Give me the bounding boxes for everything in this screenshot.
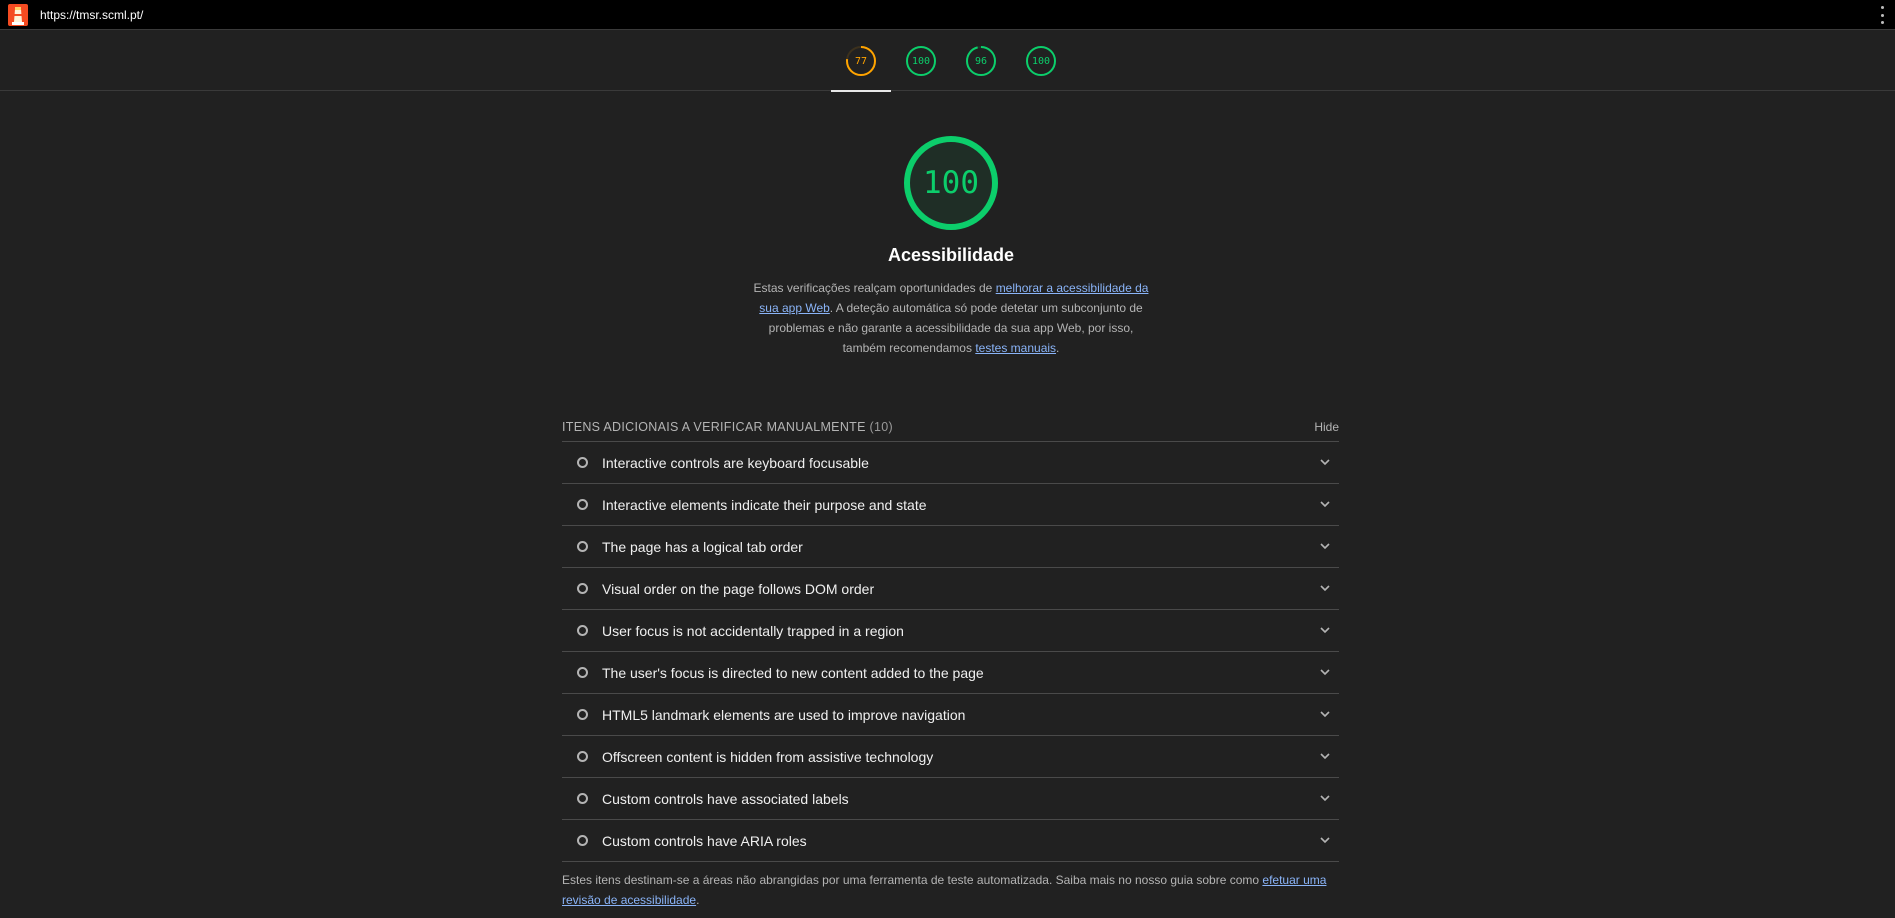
manual-check-circle-icon xyxy=(577,625,588,636)
audit-title: Interactive controls are keyboard focusa… xyxy=(602,454,869,471)
score-gauge: 96 xyxy=(965,45,997,77)
chevron-down-icon[interactable] xyxy=(1319,750,1331,762)
page-url[interactable]: https://tmsr.scml.pt/ xyxy=(40,8,143,22)
chevron-down-icon[interactable] xyxy=(1319,834,1331,846)
chevron-down-icon[interactable] xyxy=(1319,456,1331,468)
score-value: 100 xyxy=(911,55,931,67)
manual-check-circle-icon xyxy=(577,793,588,804)
audit-title: User focus is not accidentally trapped i… xyxy=(602,622,904,639)
score-gauge: 77 xyxy=(845,45,877,77)
manual-check-circle-icon xyxy=(577,457,588,468)
category-score: 100 xyxy=(923,165,979,201)
score-value: 100 xyxy=(1031,55,1051,67)
audit-item[interactable]: User focus is not accidentally trapped i… xyxy=(562,610,1339,652)
chevron-down-icon[interactable] xyxy=(1319,540,1331,552)
description-text: . xyxy=(1056,341,1060,355)
category-description: Estas verificações realçam oportunidades… xyxy=(747,278,1155,358)
group-footer: Estes itens destinam-se a áreas não abra… xyxy=(562,870,1339,910)
lighthouse-icon xyxy=(8,3,28,26)
audit-title: Interactive elements indicate their purp… xyxy=(602,496,927,513)
kebab-menu-icon[interactable] xyxy=(1881,6,1885,24)
audit-title: The page has a logical tab order xyxy=(602,538,803,555)
chevron-down-icon[interactable] xyxy=(1319,792,1331,804)
score-tabs: 77 100 96 100 xyxy=(0,31,1895,92)
audit-list: Interactive controls are keyboard focusa… xyxy=(562,442,1339,862)
audit-item[interactable]: Offscreen content is hidden from assisti… xyxy=(562,736,1339,778)
score-gauge: 100 xyxy=(905,45,937,77)
audit-title: The user's focus is directed to new cont… xyxy=(602,664,984,681)
tab-best-practices[interactable]: 96 xyxy=(951,31,1011,91)
audit-item[interactable]: Interactive elements indicate their purp… xyxy=(562,484,1339,526)
manual-check-circle-icon xyxy=(577,709,588,720)
footer-text: . xyxy=(696,893,700,907)
hide-button[interactable]: Hide xyxy=(1314,420,1339,434)
chevron-down-icon[interactable] xyxy=(1319,498,1331,510)
chevron-down-icon[interactable] xyxy=(1319,624,1331,636)
audit-item[interactable]: Visual order on the page follows DOM ord… xyxy=(562,568,1339,610)
tab-performance[interactable]: 77 xyxy=(831,31,891,92)
tab-seo[interactable]: 100 xyxy=(1011,31,1071,91)
manual-audits-group: ITENS ADICIONAIS A VERIFICAR MANUALMENTE… xyxy=(562,412,1339,910)
chevron-down-icon[interactable] xyxy=(1319,582,1331,594)
score-value: 77 xyxy=(854,55,868,67)
score-gauge: 100 xyxy=(1025,45,1057,77)
footer-text: Estes itens destinam-se a áreas não abra… xyxy=(562,873,1263,887)
manual-check-circle-icon xyxy=(577,835,588,846)
manual-check-circle-icon xyxy=(577,541,588,552)
manual-check-circle-icon xyxy=(577,751,588,762)
audit-item[interactable]: Custom controls have ARIA roles xyxy=(562,820,1339,862)
audit-title: HTML5 landmark elements are used to impr… xyxy=(602,706,966,723)
audit-item[interactable]: HTML5 landmark elements are used to impr… xyxy=(562,694,1339,736)
audit-title: Offscreen content is hidden from assisti… xyxy=(602,748,934,765)
group-title: ITENS ADICIONAIS A VERIFICAR MANUALMENTE… xyxy=(562,420,893,434)
audit-item[interactable]: The page has a logical tab order xyxy=(562,526,1339,568)
group-header: ITENS ADICIONAIS A VERIFICAR MANUALMENTE… xyxy=(562,412,1339,442)
group-title-text: ITENS ADICIONAIS A VERIFICAR MANUALMENTE xyxy=(562,419,866,434)
manual-check-circle-icon xyxy=(577,583,588,594)
manual-testing-link[interactable]: testes manuais xyxy=(975,341,1056,355)
chevron-down-icon[interactable] xyxy=(1319,666,1331,678)
audit-item[interactable]: The user's focus is directed to new cont… xyxy=(562,652,1339,694)
score-value: 96 xyxy=(974,55,988,67)
category-score-gauge: 100 xyxy=(901,133,1001,233)
audit-title: Custom controls have ARIA roles xyxy=(602,832,807,849)
audit-item[interactable]: Custom controls have associated labels xyxy=(562,778,1339,820)
audit-title: Custom controls have associated labels xyxy=(602,790,849,807)
tab-accessibility[interactable]: 100 xyxy=(891,31,951,91)
top-bar: https://tmsr.scml.pt/ xyxy=(0,0,1895,30)
manual-check-circle-icon xyxy=(577,499,588,510)
group-count: (10) xyxy=(869,419,893,434)
audit-title: Visual order on the page follows DOM ord… xyxy=(602,580,875,597)
chevron-down-icon[interactable] xyxy=(1319,708,1331,720)
audit-item[interactable]: Interactive controls are keyboard focusa… xyxy=(562,442,1339,484)
category-title: Acessibilidade xyxy=(887,245,1015,265)
description-text: Estas verificações realçam oportunidades… xyxy=(753,281,996,295)
manual-check-circle-icon xyxy=(577,667,588,678)
